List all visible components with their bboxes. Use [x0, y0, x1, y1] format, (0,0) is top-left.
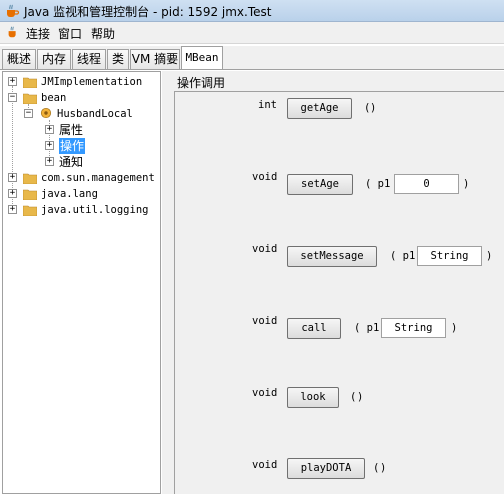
invoke-look-button[interactable]: look	[287, 387, 339, 408]
tree-node-com-sun-management[interactable]: + com.sun.management	[3, 170, 160, 186]
tree-node-jmimplementation[interactable]: + JMImplementation	[3, 74, 160, 90]
tree-node-label: bean	[41, 92, 67, 104]
window-title: Java 监视和管理控制台 - pid: 1592 jmx.Test	[24, 5, 272, 19]
expand-icon[interactable]: +	[45, 157, 54, 166]
operations-panel: 操作调用 int getAge ( ) void setAge ( p1 0 )…	[172, 71, 504, 494]
tree-node-label: java.util.logging	[41, 204, 149, 216]
param-close: )	[357, 391, 364, 403]
param-open: (	[350, 391, 357, 403]
split-pane-divider[interactable]	[162, 71, 172, 494]
param-label: ( p1	[354, 322, 380, 334]
tree-node-husbandlocal[interactable]: − HusbandLocal	[3, 106, 160, 122]
folder-open-icon	[23, 93, 37, 104]
param-close: )	[463, 178, 470, 190]
tab-overview[interactable]: 概述	[2, 49, 36, 70]
tree-node-label: 通知	[59, 155, 84, 169]
tab-memory[interactable]: 内存	[37, 49, 71, 70]
menu-window[interactable]: 窗口	[58, 25, 82, 42]
return-type: int	[258, 99, 277, 111]
title-bar: Java 监视和管理控制台 - pid: 1592 jmx.Test	[0, 0, 504, 22]
collapse-icon[interactable]: −	[8, 93, 17, 102]
tree-node-bean[interactable]: − bean	[3, 90, 160, 106]
mbean-tree[interactable]: + JMImplementation − bean − HusbandLocal…	[2, 71, 161, 494]
tab-strip: 概述 内存 线程 类 VM 摘要 MBean	[0, 46, 504, 70]
param-close: )	[370, 102, 377, 114]
tab-classes[interactable]: 类	[107, 49, 129, 70]
menu-help[interactable]: 帮助	[91, 25, 115, 42]
mbean-icon	[40, 107, 52, 119]
java-cup-icon	[7, 4, 20, 17]
param-close: )	[451, 322, 458, 334]
return-type: void	[252, 243, 278, 255]
tree-node-label: java.lang	[41, 188, 98, 200]
menu-connection[interactable]: 连接	[26, 25, 50, 42]
return-type: void	[252, 459, 278, 471]
call-p1-input[interactable]: String	[381, 318, 446, 338]
invoke-getAge-button[interactable]: getAge	[287, 98, 352, 119]
collapse-icon[interactable]: −	[24, 109, 33, 118]
return-type: void	[252, 387, 278, 399]
tab-divider	[0, 69, 504, 70]
setMessage-p1-input[interactable]: String	[417, 246, 482, 266]
setAge-p1-input[interactable]: 0	[394, 174, 459, 194]
java-cup-icon[interactable]	[6, 25, 20, 39]
invoke-setAge-button[interactable]: setAge	[287, 174, 353, 195]
tree-node-label: com.sun.management	[41, 172, 155, 184]
expand-icon[interactable]: +	[8, 189, 17, 198]
expand-icon[interactable]: +	[45, 125, 54, 134]
invoke-playDOTA-button[interactable]: playDOTA	[287, 458, 365, 479]
operations-frame	[174, 91, 504, 494]
folder-icon	[23, 77, 37, 88]
tree-node-operations[interactable]: + 操作	[3, 138, 160, 154]
tree-node-attributes[interactable]: + 属性	[3, 122, 160, 138]
tree-node-label: HusbandLocal	[57, 108, 133, 120]
tree-node-java-lang[interactable]: + java.lang	[3, 186, 160, 202]
param-close: )	[486, 250, 493, 262]
expand-icon[interactable]: +	[8, 173, 17, 182]
invoke-call-button[interactable]: call	[287, 318, 341, 339]
param-close: )	[380, 462, 387, 474]
return-type: void	[252, 315, 278, 327]
folder-icon	[23, 173, 37, 184]
tab-mbean[interactable]: MBean	[181, 46, 223, 70]
expand-icon[interactable]: +	[8, 205, 17, 214]
expand-icon[interactable]: +	[45, 141, 54, 150]
param-label: ( p1	[365, 178, 391, 190]
tree-node-label: JMImplementation	[41, 76, 143, 88]
menu-bar: 连接 窗口 帮助	[0, 22, 504, 44]
expand-icon[interactable]: +	[8, 77, 17, 86]
param-label: ( p1	[390, 250, 416, 262]
tree-node-label: 属性	[59, 123, 84, 137]
invoke-setMessage-button[interactable]: setMessage	[287, 246, 377, 267]
folder-icon	[23, 189, 37, 200]
param-open: (	[373, 462, 380, 474]
return-type: void	[252, 171, 278, 183]
tab-threads[interactable]: 线程	[72, 49, 106, 70]
tree-node-notifications[interactable]: + 通知	[3, 154, 160, 170]
tree-node-label: 操作	[59, 138, 86, 154]
panel-title: 操作调用	[177, 76, 226, 90]
tab-vm-summary[interactable]: VM 摘要	[130, 49, 180, 70]
tree-node-java-util-logging[interactable]: + java.util.logging	[3, 202, 160, 218]
folder-icon	[23, 205, 37, 216]
